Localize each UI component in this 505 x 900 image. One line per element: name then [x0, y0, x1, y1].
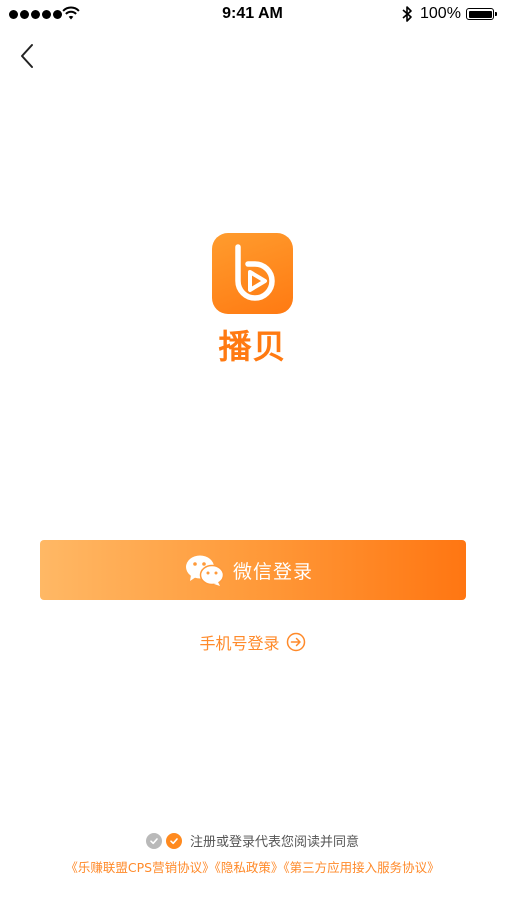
play-b-logo-icon	[235, 244, 275, 301]
privacy-policy-link[interactable]: 《隐私政策》	[215, 860, 284, 875]
cps-agreement-link[interactable]: 《乐赚联盟CPS营销协议》	[65, 860, 214, 875]
phone-login-label: 手机号登录	[199, 634, 280, 653]
phone-login-link[interactable]: 手机号登录	[0, 630, 505, 654]
check-circle-icon[interactable]	[145, 832, 162, 849]
app-logo	[212, 233, 293, 314]
chevron-left-icon	[21, 44, 33, 68]
bluetooth-icon	[402, 6, 412, 22]
agree-checkbox[interactable]	[165, 832, 182, 849]
wechat-login-label: 微信登录	[232, 560, 313, 583]
back-button[interactable]	[14, 40, 42, 72]
agreement-row: 注册或登录代表您阅读并同意	[0, 831, 505, 850]
agreement-links: 《乐赚联盟CPS营销协议》《隐私政策》《第三方应用接入服务协议》	[0, 857, 505, 876]
agreement-text: 注册或登录代表您阅读并同意	[189, 835, 359, 850]
battery-percentage: 100%	[420, 5, 461, 22]
app-name: 播贝	[218, 327, 287, 366]
third-party-agreement-link[interactable]: 《第三方应用接入服务协议》	[283, 860, 439, 875]
wechat-icon	[185, 555, 225, 586]
battery-icon	[466, 8, 497, 20]
status-bar: 9:41 AM 100%	[0, 0, 505, 30]
arrow-circle-right-icon	[286, 632, 305, 652]
wechat-login-button[interactable]: 微信登录	[40, 540, 466, 600]
